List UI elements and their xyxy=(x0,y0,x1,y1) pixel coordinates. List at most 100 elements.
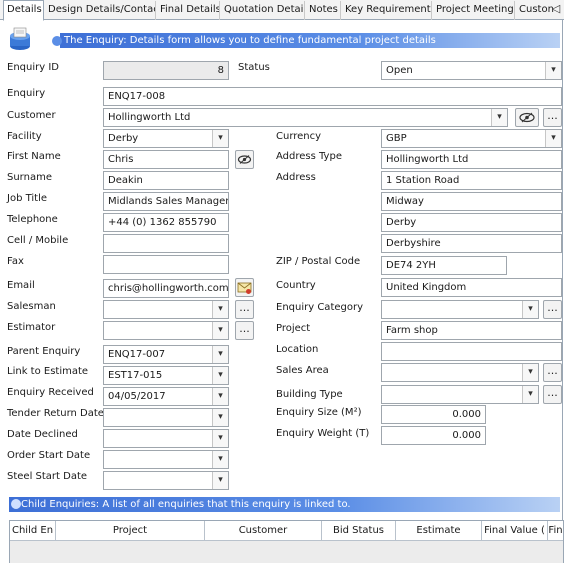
column-header-final-value[interactable]: Final Value ( xyxy=(482,521,548,541)
address-type-field[interactable]: Hollingworth Ltd xyxy=(381,150,562,169)
child-enquiries-banner: Child Enquiries: A list of all enquiries… xyxy=(9,497,560,512)
enquiry-category-ellipsis-button[interactable]: ... xyxy=(543,300,562,319)
job-title-field[interactable]: Midlands Sales Manager xyxy=(103,192,229,211)
status-select[interactable]: Open ▾ xyxy=(381,61,562,80)
tab-key-requirements[interactable]: Key Requirements xyxy=(342,1,432,20)
tab-quotation-details[interactable]: Quotation Details xyxy=(221,1,305,20)
chevron-down-icon[interactable]: ▾ xyxy=(212,409,228,426)
enquiry-received-date[interactable]: 04/05/2017 ▾ xyxy=(103,387,229,406)
email-field[interactable]: chris@hollingworth.com xyxy=(103,279,229,298)
label-order-start-date: Order Start Date xyxy=(7,450,91,461)
label-enquiry-received: Enquiry Received xyxy=(7,387,94,398)
customer-select[interactable]: Hollingworth Ltd ▾ xyxy=(103,108,508,127)
sales-area-select[interactable]: ▾ xyxy=(381,363,539,382)
column-header-bid-status[interactable]: Bid Status xyxy=(322,521,396,541)
customer-view-button[interactable] xyxy=(515,108,539,127)
panel-border xyxy=(562,20,563,563)
link-to-estimate-select[interactable]: EST17-015 ▾ xyxy=(103,366,229,385)
enquiry-form-icon xyxy=(9,27,31,51)
estimator-select[interactable]: ▾ xyxy=(103,321,229,340)
chevron-down-icon[interactable]: ▾ xyxy=(212,472,228,489)
address-line-2[interactable]: Midway xyxy=(381,192,562,211)
address-line-1[interactable]: 1 Station Road xyxy=(381,171,562,190)
address-line-4[interactable]: Derbyshire xyxy=(381,234,562,253)
tender-return-date[interactable]: ▾ xyxy=(103,408,229,427)
cell-mobile-field[interactable] xyxy=(103,234,229,253)
send-email-button[interactable] xyxy=(235,278,254,297)
facility-value: Derby xyxy=(108,133,139,144)
project-field[interactable]: Farm shop xyxy=(381,321,562,340)
chevron-down-icon[interactable]: ▾ xyxy=(212,301,228,318)
chevron-down-icon[interactable]: ▾ xyxy=(212,322,228,339)
chevron-down-icon[interactable]: ▾ xyxy=(212,346,228,363)
label-sales-area: Sales Area xyxy=(276,365,329,376)
surname-field[interactable]: Deakin xyxy=(103,171,229,190)
label-address-type: Address Type xyxy=(276,151,342,162)
column-header-final[interactable]: Fin xyxy=(548,521,563,541)
label-currency: Currency xyxy=(276,131,322,142)
child-banner-text: Child Enquiries: A list of all enquiries… xyxy=(21,499,351,510)
tab-design-details-contacts[interactable]: Design Details/Contacts xyxy=(45,1,156,20)
facility-select[interactable]: Derby ▾ xyxy=(103,129,229,148)
customer-ellipsis-button[interactable]: ... xyxy=(543,108,562,127)
chevron-down-icon[interactable]: ▾ xyxy=(491,109,507,126)
salesman-ellipsis-button[interactable]: ... xyxy=(235,300,254,319)
enquiry-field[interactable]: ENQ17-008 xyxy=(103,87,562,106)
chevron-down-icon[interactable]: ▾ xyxy=(545,130,561,147)
location-field[interactable] xyxy=(381,342,562,361)
enquiry-category-select[interactable]: ▾ xyxy=(381,300,539,319)
label-email: Email xyxy=(7,280,35,291)
label-link-to-estimate: Link to Estimate xyxy=(7,366,89,377)
tab-scroll-left-icon[interactable]: ◁ xyxy=(550,3,562,16)
parent-enquiry-select[interactable]: ENQ17-007 ▾ xyxy=(103,345,229,364)
address-line-3[interactable]: Derby xyxy=(381,213,562,232)
fax-field[interactable] xyxy=(103,255,229,274)
estimator-ellipsis-button[interactable]: ... xyxy=(235,321,254,340)
zip-field[interactable]: DE74 2YH xyxy=(381,256,507,275)
child-enquiries-grid[interactable]: Child En Project Customer Bid Status Est… xyxy=(9,520,564,563)
label-first-name: First Name xyxy=(7,151,61,162)
column-header-child-enquiry[interactable]: Child En xyxy=(10,521,56,541)
chevron-down-icon[interactable]: ▾ xyxy=(212,388,228,405)
currency-select[interactable]: GBP ▾ xyxy=(381,129,562,148)
sales-area-ellipsis-button[interactable]: ... xyxy=(543,363,562,382)
contact-lookup-button[interactable] xyxy=(235,150,254,169)
banner-text: The Enquiry: Details form allows you to … xyxy=(64,35,436,46)
chevron-down-icon[interactable]: ▾ xyxy=(212,451,228,468)
label-steel-start-date: Steel Start Date xyxy=(7,471,88,482)
chevron-down-icon[interactable]: ▾ xyxy=(212,367,228,384)
column-header-project[interactable]: Project xyxy=(56,521,205,541)
tab-final-details[interactable]: Final Details xyxy=(157,1,220,20)
view-eye-icon xyxy=(519,112,535,123)
steel-start-date[interactable]: ▾ xyxy=(103,471,229,490)
tab-custom[interactable]: Custon xyxy=(516,1,554,20)
chevron-down-icon[interactable]: ▾ xyxy=(212,430,228,447)
view-eye-icon xyxy=(237,155,252,164)
telephone-field[interactable]: +44 (0) 1362 855790 xyxy=(103,213,229,232)
label-enquiry-category: Enquiry Category xyxy=(276,302,364,313)
chevron-down-icon[interactable]: ▾ xyxy=(522,364,538,381)
column-header-customer[interactable]: Customer xyxy=(205,521,322,541)
tab-project-meetings[interactable]: Project Meetings xyxy=(433,1,515,20)
label-surname: Surname xyxy=(7,172,52,183)
date-declined-date[interactable]: ▾ xyxy=(103,429,229,448)
building-type-ellipsis-button[interactable]: ... xyxy=(543,385,562,404)
tab-details[interactable]: Details xyxy=(3,0,44,21)
label-country: Country xyxy=(276,280,316,291)
building-type-select[interactable]: ▾ xyxy=(381,385,539,404)
chevron-down-icon[interactable]: ▾ xyxy=(545,62,561,79)
order-start-date[interactable]: ▾ xyxy=(103,450,229,469)
tab-notes[interactable]: Notes xyxy=(306,1,341,20)
chevron-down-icon[interactable]: ▾ xyxy=(522,301,538,318)
label-location: Location xyxy=(276,344,319,355)
label-tender-return-date: Tender Return Date xyxy=(7,408,104,419)
enquiry-weight-field[interactable]: 0.000 xyxy=(381,426,486,445)
label-date-declined: Date Declined xyxy=(7,429,78,440)
column-header-estimate[interactable]: Estimate xyxy=(396,521,482,541)
chevron-down-icon[interactable]: ▾ xyxy=(212,130,228,147)
first-name-field[interactable]: Chris xyxy=(103,150,229,169)
salesman-select[interactable]: ▾ xyxy=(103,300,229,319)
chevron-down-icon[interactable]: ▾ xyxy=(522,386,538,403)
country-field[interactable]: United Kingdom xyxy=(381,278,562,297)
enquiry-size-field[interactable]: 0.000 xyxy=(381,405,486,424)
